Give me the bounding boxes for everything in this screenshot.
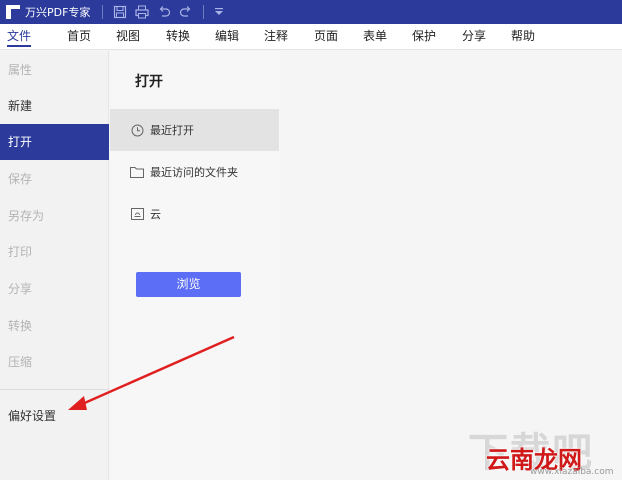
menu-form[interactable]: 表单	[363, 24, 387, 49]
location-recent-folders[interactable]: 最近访问的文件夹	[110, 151, 279, 193]
redo-icon[interactable]	[177, 3, 195, 21]
clock-icon	[130, 123, 144, 137]
cloud-icon	[130, 207, 144, 221]
open-panel: 打开 最近打开 最近访问的文件夹 云 浏览	[110, 51, 280, 480]
folder-icon	[130, 165, 144, 179]
location-label: 最近打开	[150, 124, 194, 137]
menu-edit[interactable]: 编辑	[215, 24, 239, 49]
menu-convert[interactable]: 转换	[166, 24, 190, 49]
menu-protect[interactable]: 保护	[412, 24, 436, 49]
sidebar-item-new[interactable]: 新建	[0, 88, 109, 124]
menu-share[interactable]: 分享	[462, 24, 486, 49]
sidebar-item-share[interactable]: 分享	[0, 271, 109, 307]
sidebar-item-compress[interactable]: 压缩	[0, 344, 109, 380]
menu-view[interactable]: 视图	[116, 24, 140, 49]
menu-page[interactable]: 页面	[314, 24, 338, 49]
menu-bar: 文件 首页 视图 转换 编辑 注释 页面 表单 保护 分享 帮助	[0, 24, 622, 50]
toolbar-divider	[102, 5, 104, 19]
title-bar: 万兴PDF专家	[0, 0, 622, 24]
sidebar-item-properties[interactable]: 属性	[0, 52, 109, 88]
menu-home[interactable]: 首页	[67, 24, 91, 49]
sidebar-item-print[interactable]: 打印	[0, 234, 109, 270]
undo-icon[interactable]	[155, 3, 173, 21]
save-icon[interactable]	[111, 3, 129, 21]
browse-button[interactable]: 浏览	[136, 272, 241, 297]
menu-file[interactable]: 文件	[7, 24, 32, 49]
sidebar-divider	[0, 389, 109, 390]
file-sidebar: 属性 新建 打开 保存 另存为 打印 分享 转换 压缩 偏好设置	[0, 51, 109, 480]
location-label: 最近访问的文件夹	[150, 166, 238, 179]
menu-comment[interactable]: 注释	[264, 24, 288, 49]
panel-title: 打开	[135, 74, 163, 90]
menu-help[interactable]: 帮助	[511, 24, 535, 49]
location-label: 云	[150, 208, 161, 221]
location-recent[interactable]: 最近打开	[110, 109, 279, 151]
watermark-url: www.xiazaiba.com	[530, 467, 614, 477]
print-icon[interactable]	[133, 3, 151, 21]
dropdown-icon[interactable]	[210, 3, 228, 21]
sidebar-item-save-as[interactable]: 另存为	[0, 198, 109, 234]
location-cloud[interactable]: 云	[110, 193, 279, 235]
file-list-area	[280, 51, 622, 480]
app-title: 万兴PDF专家	[25, 6, 91, 19]
sidebar-item-preferences[interactable]: 偏好设置	[0, 398, 109, 434]
toolbar-divider	[203, 5, 205, 19]
sidebar-item-save[interactable]: 保存	[0, 161, 109, 197]
app-logo-icon	[6, 5, 20, 19]
sidebar-item-open[interactable]: 打开	[0, 124, 109, 160]
sidebar-item-convert[interactable]: 转换	[0, 308, 109, 344]
